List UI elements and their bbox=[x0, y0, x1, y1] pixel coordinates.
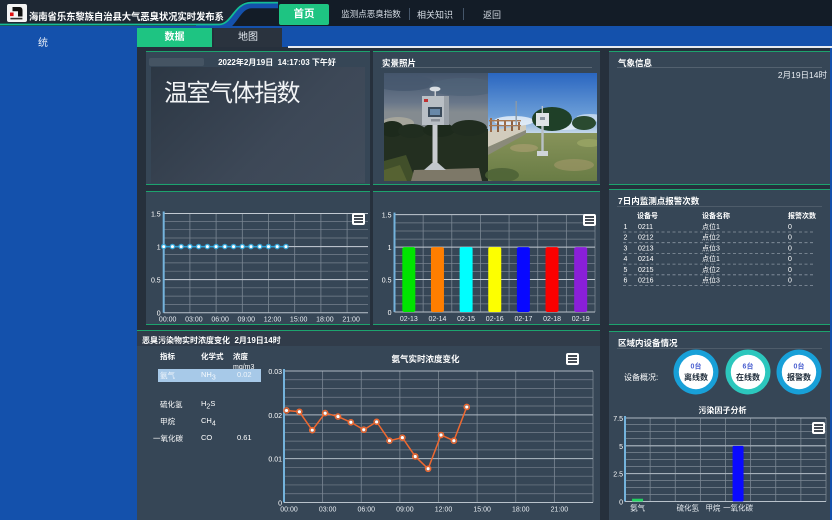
svg-text:12:00: 12:00 bbox=[264, 317, 282, 324]
svg-text:甲烷: 甲烷 bbox=[705, 503, 720, 513]
svg-text:点位2: 点位2 bbox=[702, 233, 720, 242]
svg-text:21:00: 21:00 bbox=[551, 507, 569, 514]
svg-text:点位1: 点位1 bbox=[702, 254, 720, 263]
svg-text:设备号: 设备号 bbox=[637, 211, 658, 220]
svg-text:一氧化碳: 一氧化碳 bbox=[723, 503, 753, 513]
svg-text:00:00: 00:00 bbox=[159, 317, 177, 324]
svg-text:点位3: 点位3 bbox=[702, 243, 720, 252]
svg-text:0.5: 0.5 bbox=[382, 278, 392, 285]
svg-text:0216: 0216 bbox=[638, 278, 654, 285]
svg-text:06:00: 06:00 bbox=[211, 317, 229, 324]
svg-text:0212: 0212 bbox=[638, 235, 654, 242]
svg-text:报警次数: 报警次数 bbox=[788, 211, 816, 220]
svg-text:0: 0 bbox=[788, 245, 792, 252]
svg-text:0: 0 bbox=[788, 278, 792, 285]
svg-text:0.5: 0.5 bbox=[151, 278, 161, 285]
svg-text:21:00: 21:00 bbox=[342, 317, 360, 324]
svg-text:0.01: 0.01 bbox=[268, 457, 282, 464]
svg-text:点位1: 点位1 bbox=[702, 222, 720, 231]
svg-text:0.03: 0.03 bbox=[268, 369, 282, 376]
svg-text:02-18: 02-18 bbox=[543, 316, 561, 323]
svg-text:02-19: 02-19 bbox=[572, 316, 590, 323]
svg-text:15:00: 15:00 bbox=[473, 507, 491, 514]
svg-text:12:00: 12:00 bbox=[435, 507, 453, 514]
svg-text:2: 2 bbox=[624, 235, 628, 242]
svg-text:0: 0 bbox=[788, 224, 792, 231]
svg-text:02-14: 02-14 bbox=[429, 316, 447, 323]
svg-text:0214: 0214 bbox=[638, 256, 654, 263]
svg-text:设备名称: 设备名称 bbox=[702, 211, 730, 220]
svg-text:03:00: 03:00 bbox=[319, 507, 337, 514]
svg-text:03:00: 03:00 bbox=[185, 317, 203, 324]
svg-text:离线数: 离线数 bbox=[684, 372, 708, 382]
svg-text:0215: 0215 bbox=[638, 267, 654, 274]
svg-text:4: 4 bbox=[624, 256, 628, 263]
svg-text:2.5: 2.5 bbox=[613, 472, 623, 479]
svg-text:1: 1 bbox=[624, 224, 628, 231]
svg-text:0213: 0213 bbox=[638, 245, 654, 252]
svg-text:0: 0 bbox=[788, 256, 792, 263]
svg-text:02-17: 02-17 bbox=[514, 316, 532, 323]
svg-text:02-13: 02-13 bbox=[400, 316, 418, 323]
svg-text:硫化氢: 硫化氢 bbox=[677, 503, 700, 513]
svg-text:1: 1 bbox=[157, 245, 161, 252]
svg-text:02-15: 02-15 bbox=[457, 316, 475, 323]
svg-text:06:00: 06:00 bbox=[357, 507, 375, 514]
svg-text:0台: 0台 bbox=[691, 362, 702, 371]
svg-text:5: 5 bbox=[624, 267, 628, 274]
svg-text:1: 1 bbox=[388, 245, 392, 252]
svg-text:00:00: 00:00 bbox=[280, 507, 298, 514]
svg-text:1.5: 1.5 bbox=[151, 212, 161, 219]
svg-text:09:00: 09:00 bbox=[238, 317, 256, 324]
svg-text:0: 0 bbox=[388, 310, 392, 317]
svg-text:0: 0 bbox=[788, 235, 792, 242]
svg-text:6台: 6台 bbox=[743, 362, 754, 371]
svg-text:5: 5 bbox=[619, 444, 623, 451]
svg-text:18:00: 18:00 bbox=[316, 317, 334, 324]
svg-text:15:00: 15:00 bbox=[290, 317, 308, 324]
svg-text:0: 0 bbox=[788, 267, 792, 274]
svg-text:3: 3 bbox=[624, 245, 628, 252]
svg-text:1.5: 1.5 bbox=[382, 213, 392, 220]
svg-text:报警数: 报警数 bbox=[787, 372, 811, 382]
svg-text:0: 0 bbox=[619, 500, 623, 507]
svg-text:点位3: 点位3 bbox=[702, 276, 720, 285]
svg-text:09:00: 09:00 bbox=[396, 507, 414, 514]
svg-text:18:00: 18:00 bbox=[512, 507, 530, 514]
svg-text:在线数: 在线数 bbox=[736, 372, 760, 382]
svg-text:0台: 0台 bbox=[794, 362, 805, 371]
svg-text:02-16: 02-16 bbox=[486, 316, 504, 323]
svg-text:0211: 0211 bbox=[638, 224, 653, 231]
svg-text:0.02: 0.02 bbox=[268, 413, 282, 420]
svg-text:6: 6 bbox=[624, 278, 628, 285]
svg-text:点位2: 点位2 bbox=[702, 265, 720, 274]
svg-text:氨气: 氨气 bbox=[630, 503, 645, 513]
